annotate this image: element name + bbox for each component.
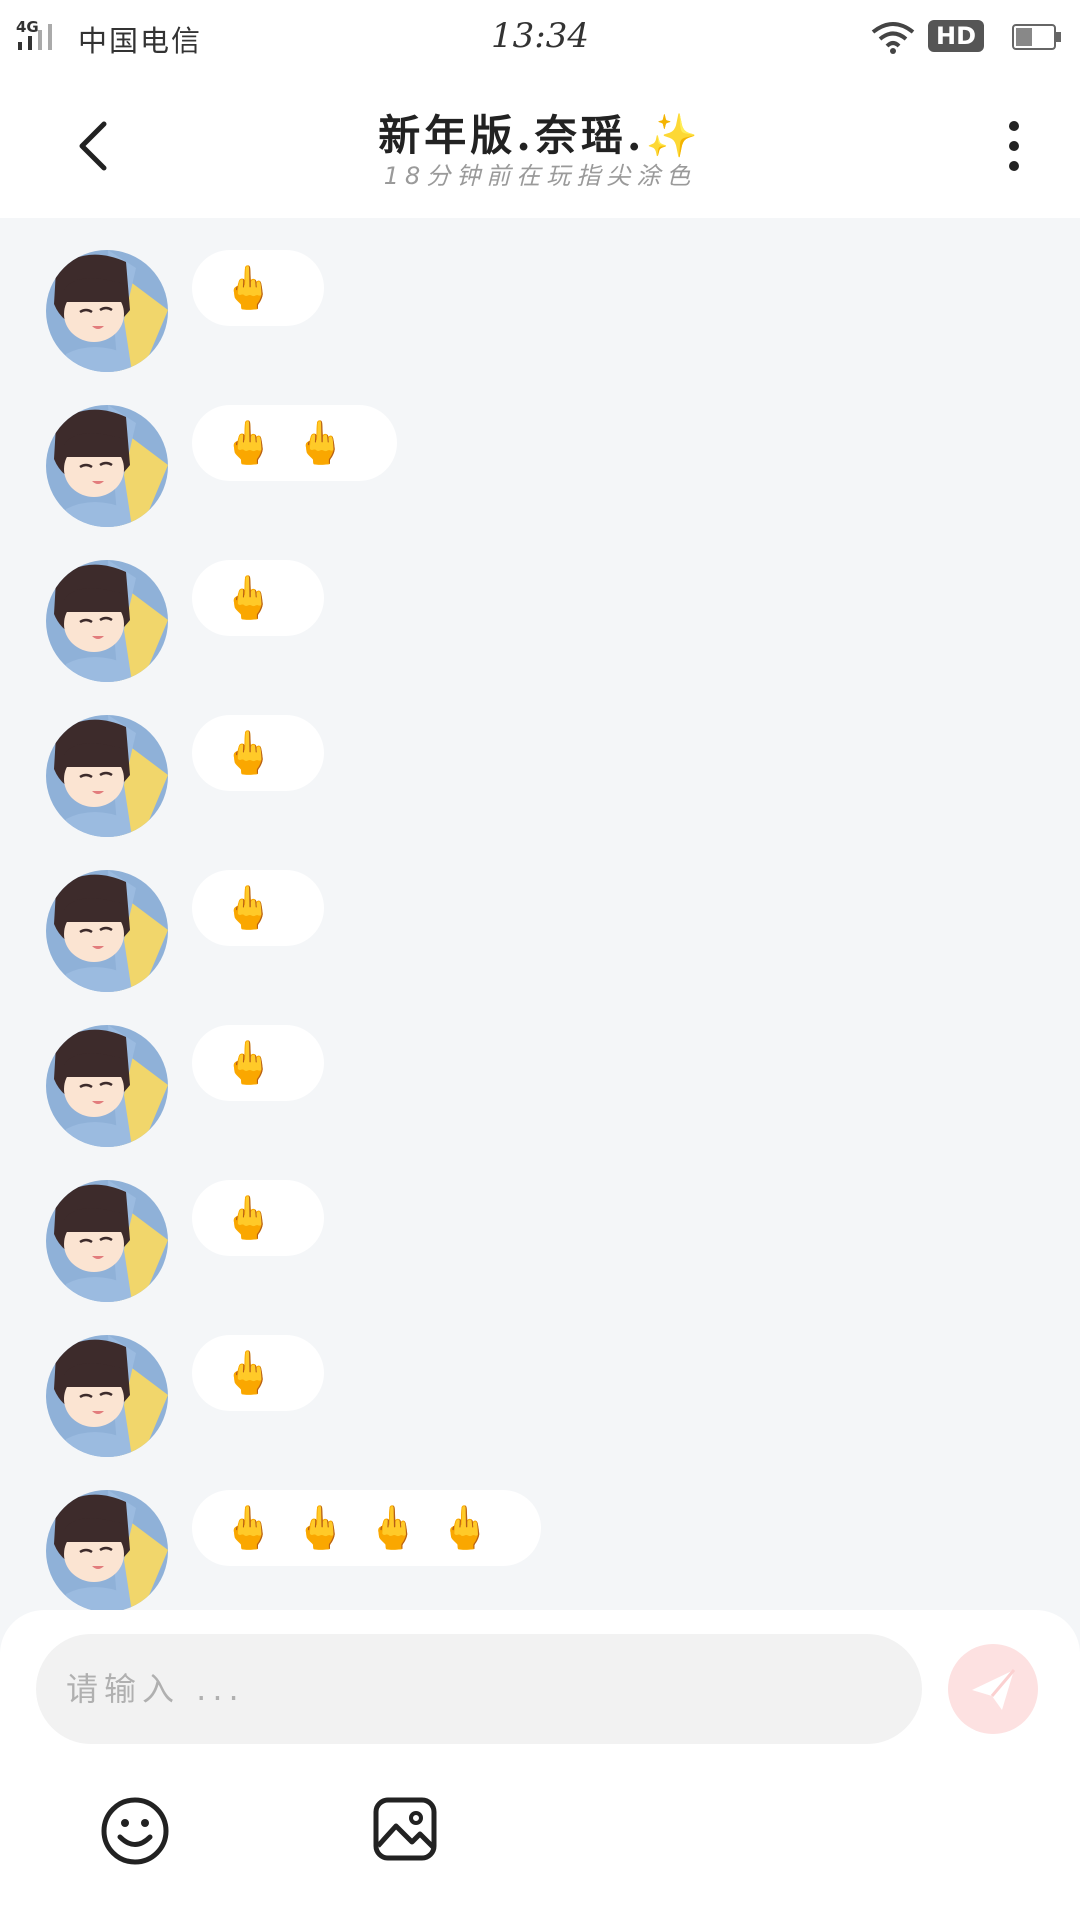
more-options-icon[interactable] <box>996 116 1032 176</box>
message-bubble[interactable]: 🖕 <box>192 870 325 946</box>
message-row: 🖕 <box>0 993 1080 1147</box>
message-bubble[interactable]: 🖕🖕 <box>192 405 397 481</box>
avatar[interactable] <box>46 250 168 372</box>
message-row: 🖕🖕 <box>0 373 1080 527</box>
message-row: 🖕 <box>0 218 1080 372</box>
image-icon[interactable] <box>372 1796 438 1862</box>
avatar[interactable] <box>46 560 168 682</box>
paper-plane-icon <box>972 1669 1016 1710</box>
message-row: 🖕🖕🖕🖕 <box>0 1458 1080 1610</box>
avatar[interactable] <box>46 1025 168 1147</box>
message-bubble[interactable]: 🖕 <box>192 1025 325 1101</box>
status-bar: 4G 中国电信 13:34 HD <box>0 0 1080 72</box>
hd-badge: HD <box>928 20 984 52</box>
smiley-icon[interactable] <box>100 1796 170 1866</box>
message-bubble[interactable]: 🖕🖕🖕🖕 <box>192 1490 542 1566</box>
message-row: 🖕 <box>0 683 1080 837</box>
battery-icon <box>1012 24 1061 50</box>
message-row: 🖕 <box>0 1148 1080 1302</box>
avatar[interactable] <box>46 1490 168 1610</box>
chat-title-text: 新年版.奈瑶. <box>378 111 646 160</box>
activity-status: 18分钟前在玩指尖涂色 <box>383 162 697 190</box>
chat-header: 新年版.奈瑶.✨ 18分钟前在玩指尖涂色 <box>0 72 1080 218</box>
message-row: 🖕 <box>0 528 1080 682</box>
message-input[interactable] <box>36 1634 922 1744</box>
wifi-icon <box>871 22 915 54</box>
avatar[interactable] <box>46 715 168 837</box>
sparkles-icon: ✨ <box>645 111 702 160</box>
clock: 13:34 <box>491 16 589 56</box>
message-bubble[interactable]: 🖕 <box>192 1335 325 1411</box>
avatar[interactable] <box>46 405 168 527</box>
avatar[interactable] <box>46 1180 168 1302</box>
avatar[interactable] <box>46 1335 168 1457</box>
message-composer <box>0 1610 1080 1920</box>
message-row: 🖕 <box>0 838 1080 992</box>
chat-title: 新年版.奈瑶.✨ <box>0 102 1080 163</box>
message-bubble[interactable]: 🖕 <box>192 250 325 326</box>
avatar[interactable] <box>46 870 168 992</box>
message-list[interactable]: 🖕 🖕🖕 🖕 🖕 🖕 🖕 🖕 🖕 🖕🖕🖕🖕 <box>0 218 1080 1610</box>
message-bubble[interactable]: 🖕 <box>192 560 325 636</box>
message-bubble[interactable]: 🖕 <box>192 715 325 791</box>
message-row: 🖕 <box>0 1303 1080 1457</box>
send-button[interactable] <box>948 1644 1038 1734</box>
message-bubble[interactable]: 🖕 <box>192 1180 325 1256</box>
